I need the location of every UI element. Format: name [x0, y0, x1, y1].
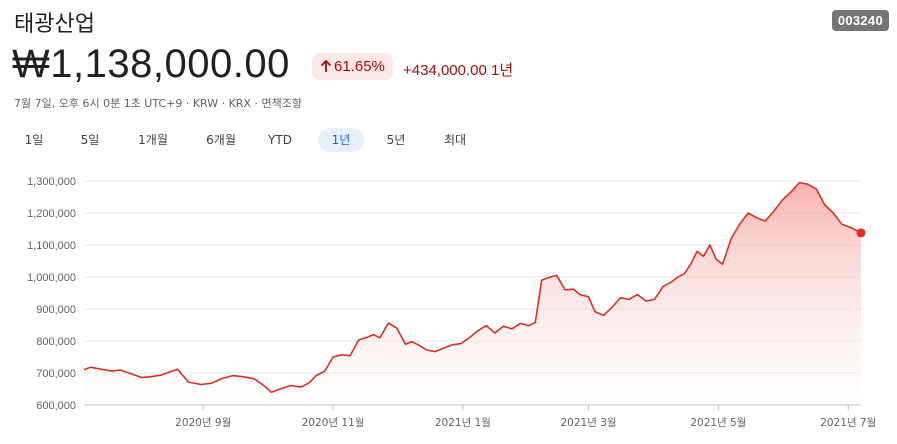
change-pct-badge: 61.65% [312, 53, 393, 80]
tab-range-7[interactable]: 최대 [432, 128, 478, 152]
tab-range-2[interactable]: 1개월 [126, 128, 180, 152]
change-abs: +434,000.00 1년 [403, 62, 514, 79]
y-tick-label: 1,300,000 [27, 176, 76, 188]
tab-range-1[interactable]: 5일 [70, 128, 110, 152]
current-price: ₩1,138,000.00 [12, 42, 290, 86]
y-tick-label: 1,100,000 [27, 240, 76, 252]
tab-range-3[interactable]: 6개월 [198, 128, 244, 152]
y-tick-label: 1,000,000 [27, 272, 76, 284]
tab-range-5[interactable]: 1년 [318, 128, 364, 152]
quote-meta: 7월 7일, 오후 6시 0분 1초 UTC+9 · KRW · KRX · 면… [14, 97, 302, 110]
y-tick-label: 900,000 [36, 304, 76, 316]
x-tick-label: 2021년 5월 [690, 417, 746, 429]
x-tick-label: 2020년 11월 [302, 417, 365, 429]
last-price-dot [856, 228, 866, 238]
x-tick-label: 2021년 7월 [820, 417, 876, 429]
y-tick-label: 700,000 [36, 368, 76, 380]
price-area-fill [84, 182, 861, 405]
x-tick-label: 2020년 9월 [175, 417, 231, 429]
ticker-badge[interactable]: 003240 [831, 10, 889, 31]
change-pct-value: 61.65% [334, 58, 385, 75]
y-tick-label: 800,000 [36, 336, 76, 348]
arrow-up-icon [320, 60, 332, 72]
tab-range-4[interactable]: YTD [258, 128, 302, 152]
y-tick-label: 600,000 [36, 400, 76, 412]
price-chart[interactable]: 600,000 700,000 800,000 900,000 1,000,000 1,1… [0, 160, 897, 444]
x-tick-label: 2021년 1월 [435, 417, 491, 429]
y-tick-label: 1,200,000 [27, 208, 76, 220]
tab-range-6[interactable]: 5년 [376, 128, 416, 152]
stock-title: 태광산업 [14, 12, 95, 37]
tab-range-0[interactable]: 1일 [14, 128, 54, 152]
x-tick-label: 2021년 3월 [560, 417, 616, 429]
